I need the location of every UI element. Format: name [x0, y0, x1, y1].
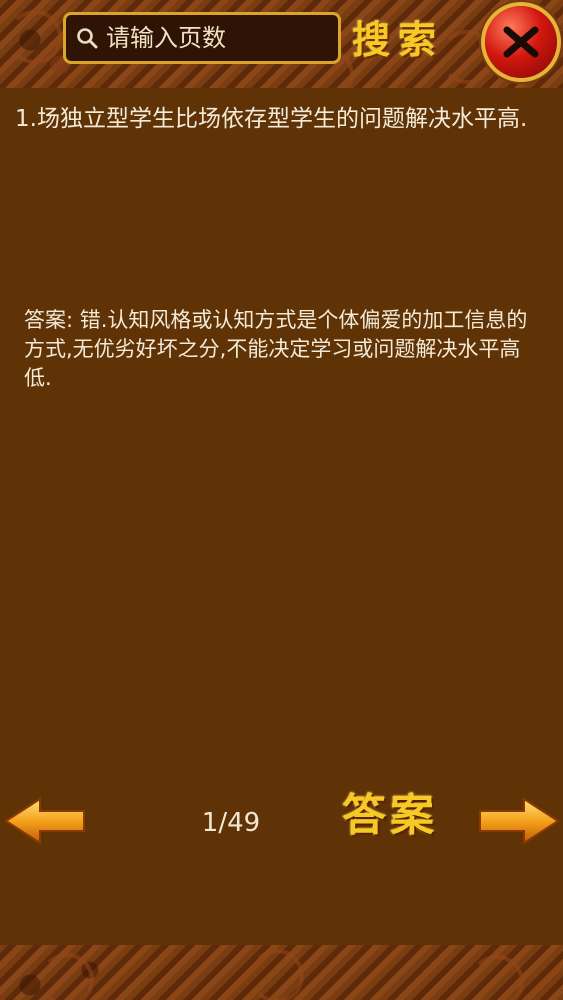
- arrow-right-icon[interactable]: [478, 797, 560, 845]
- search-field[interactable]: [63, 12, 406, 64]
- search-icon: [77, 28, 98, 49]
- question-text: 1.场独立型学生比场依存型学生的问题解决水平高.: [15, 106, 528, 132]
- page-counter: 1/49: [201, 808, 261, 838]
- footer-band: [0, 945, 563, 1000]
- arrow-left-icon[interactable]: [4, 797, 86, 845]
- header-band: 搜索: [0, 0, 563, 88]
- close-button[interactable]: [485, 6, 557, 78]
- close-icon: [503, 26, 539, 58]
- search-button[interactable]: 搜索: [352, 14, 452, 66]
- show-answer-button[interactable]: 答案: [342, 786, 452, 846]
- answer-text: 答案: 错.认知风格或认知方式是个体偏爱的加工信息的方式,无优劣好坏之分,不能决…: [24, 308, 528, 390]
